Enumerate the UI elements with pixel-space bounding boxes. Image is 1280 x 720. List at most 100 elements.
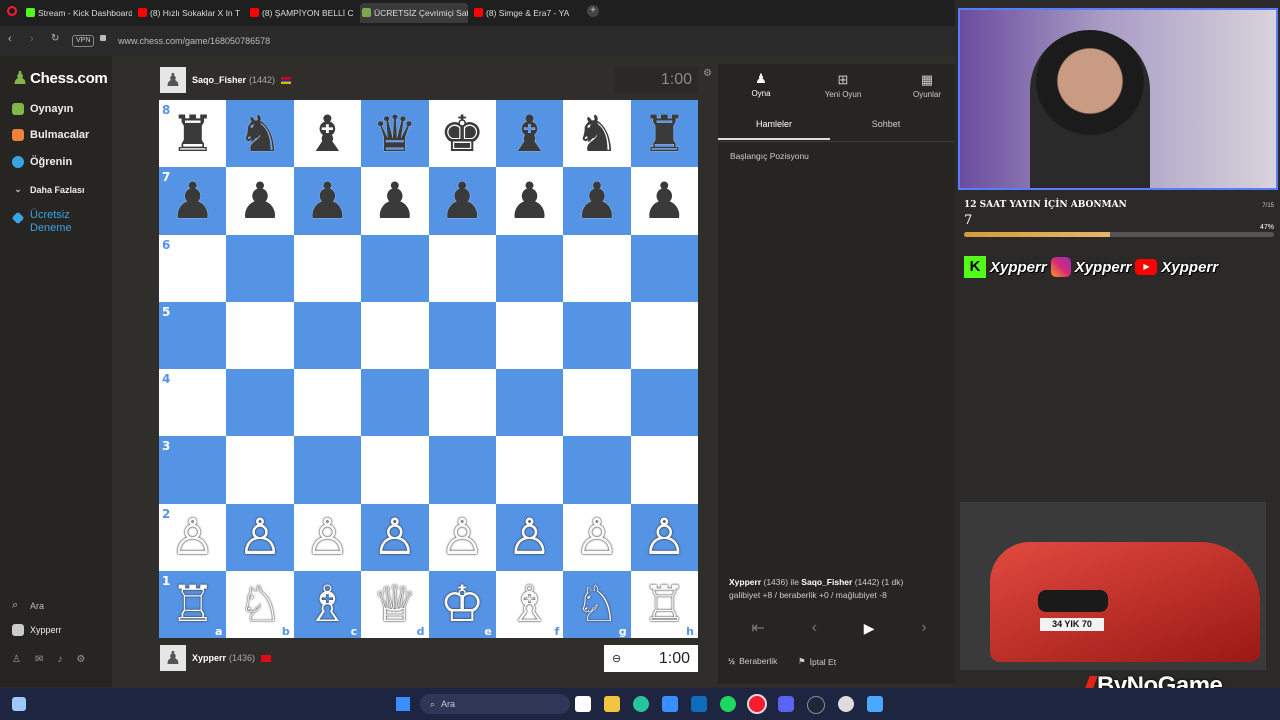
url-field[interactable]: www.chess.com/game/168050786578 [118, 34, 270, 48]
square-h2[interactable]: ♙ [630, 503, 698, 571]
discord-icon[interactable] [778, 696, 794, 712]
tab-1[interactable]: (8) Hızlı Sokaklar X In The [136, 3, 240, 23]
square-h3[interactable] [630, 436, 698, 504]
square-g6[interactable] [563, 234, 631, 302]
tab-2[interactable]: (8) ŞAMPİYON BELLİ C [248, 3, 354, 23]
chess-piece[interactable]: ♟ [575, 176, 620, 226]
chess-piece[interactable]: ♘ [575, 579, 620, 629]
sidebar-item-learn[interactable]: Öğrenin [12, 156, 72, 168]
chess-board[interactable]: ♜ 8 ♞ ♝ ♛ ♚ ♝ ♞ ♜ ♟ 7 ♟ ♟ ♟ ♟ ♟ ♟ ♟ 6 5 4 3 ♙ 2 ♙ ♙ ♙ ♙ ♙ ♙ ♙ ♖ 1 a ♘ b ♗ c ♕ d… [159, 100, 698, 638]
chess-piece[interactable]: ♙ [575, 512, 620, 562]
store-icon[interactable] [662, 696, 678, 712]
square-a7[interactable]: ♟ 7 [159, 167, 227, 235]
square-b4[interactable] [226, 369, 294, 437]
sidebar-item-free-trial[interactable]: Ücretsiz Deneme [11, 209, 90, 235]
square-e1[interactable]: ♔ e [428, 570, 496, 638]
square-e2[interactable]: ♙ [428, 503, 496, 571]
square-c2[interactable]: ♙ [293, 503, 362, 571]
next-move-icon[interactable]: › [921, 619, 926, 637]
chess-piece[interactable]: ♚ [440, 109, 485, 159]
tab-4[interactable]: (8) Simge & Era7 - YA [472, 3, 580, 23]
folder-icon[interactable] [604, 696, 620, 712]
square-a2[interactable]: ♙ 2 [159, 503, 227, 571]
square-c8[interactable]: ♝ [293, 100, 362, 168]
chess-piece[interactable]: ♝ [507, 109, 552, 159]
chess-piece[interactable]: ♟ [642, 176, 687, 226]
square-b1[interactable]: ♘ b [226, 570, 294, 638]
chess-piece[interactable]: ♔ [440, 579, 485, 629]
edge-icon[interactable] [633, 696, 649, 712]
square-a1[interactable]: ♖ 1 a [159, 570, 227, 638]
tab-games[interactable]: ▦ Oyunlar [892, 72, 962, 99]
sidebar-item-more[interactable]: ⌄ Daha Fazlası [12, 184, 84, 195]
chesscom-logo[interactable]: ♟ Chess.com [12, 68, 108, 89]
square-h4[interactable] [630, 369, 698, 437]
square-c7[interactable]: ♟ [293, 167, 362, 235]
square-f8[interactable]: ♝ [495, 100, 564, 168]
square-g4[interactable] [563, 369, 631, 437]
photos-icon[interactable] [867, 696, 883, 712]
square-e6[interactable] [428, 234, 496, 302]
chess-piece[interactable]: ♟ [305, 176, 350, 226]
spotify-icon[interactable] [720, 696, 736, 712]
chess-piece[interactable]: ♞ [575, 109, 620, 159]
friends-icon[interactable]: ♙ [12, 654, 21, 665]
taskbar-search[interactable]: ⌕ Ara [420, 694, 570, 714]
settings-icon[interactable]: ⚙ [703, 68, 712, 79]
square-c5[interactable] [293, 301, 362, 369]
chess-piece[interactable]: ♟ [170, 176, 215, 226]
chess-piece[interactable]: ♖ [170, 579, 215, 629]
chess-piece[interactable]: ♟ [507, 176, 552, 226]
steam-icon[interactable] [807, 696, 825, 714]
abort-button[interactable]: ⚑ İptal Et [798, 656, 836, 667]
chess-piece[interactable]: ♟ [238, 176, 283, 226]
windows-start-icon[interactable] [396, 697, 410, 711]
chess-piece[interactable]: ♗ [507, 579, 552, 629]
square-b3[interactable] [226, 436, 294, 504]
mail-icon[interactable]: ✉ [35, 654, 43, 665]
square-h8[interactable]: ♜ [630, 100, 698, 168]
play-next-icon[interactable]: ▶ [864, 620, 875, 637]
tab-new-game[interactable]: ⊞ Yeni Oyun [808, 72, 878, 99]
square-d7[interactable]: ♟ [361, 167, 429, 235]
square-d6[interactable] [361, 234, 429, 302]
chess-piece[interactable]: ♙ [305, 512, 350, 562]
new-tab-icon[interactable]: + [587, 5, 599, 17]
chess-piece[interactable]: ♙ [642, 512, 687, 562]
square-b8[interactable]: ♞ [226, 100, 294, 168]
chess-piece[interactable]: ♙ [238, 512, 283, 562]
tab-chat[interactable]: Sohbet [830, 112, 942, 140]
square-f4[interactable] [495, 369, 564, 437]
chess-piece[interactable]: ♜ [642, 109, 687, 159]
square-g1[interactable]: ♘ g [563, 570, 631, 638]
square-g5[interactable] [563, 301, 631, 369]
opera-icon[interactable] [7, 6, 17, 16]
chess-piece[interactable]: ♙ [507, 512, 552, 562]
back-icon[interactable]: ‹ [8, 33, 12, 45]
square-h7[interactable]: ♟ [630, 167, 698, 235]
sidebar-item-play[interactable]: Oynayın [12, 103, 73, 115]
square-e8[interactable]: ♚ [428, 100, 496, 168]
square-g7[interactable]: ♟ [563, 167, 631, 235]
chess-piece[interactable]: ♖ [642, 579, 687, 629]
square-g8[interactable]: ♞ [563, 100, 631, 168]
square-c3[interactable] [293, 436, 362, 504]
chess-piece[interactable]: ♟ [440, 176, 485, 226]
chess-piece[interactable]: ♛ [372, 109, 417, 159]
chess-piece[interactable]: ♜ [170, 109, 215, 159]
square-f2[interactable]: ♙ [495, 503, 564, 571]
tab-moves[interactable]: Hamleler [718, 112, 830, 140]
sidebar-item-puzzles[interactable]: Bulmacalar [12, 129, 89, 141]
square-h1[interactable]: ♖ h [630, 570, 698, 638]
square-f3[interactable] [495, 436, 564, 504]
square-f7[interactable]: ♟ [495, 167, 564, 235]
square-b7[interactable]: ♟ [226, 167, 294, 235]
square-d2[interactable]: ♙ [361, 503, 429, 571]
chess-piece[interactable]: ♙ [372, 512, 417, 562]
outlook-icon[interactable] [691, 696, 707, 712]
square-e7[interactable]: ♟ [428, 167, 496, 235]
square-f6[interactable] [495, 234, 564, 302]
square-d1[interactable]: ♕ d [361, 570, 429, 638]
square-h6[interactable] [630, 234, 698, 302]
app-icon[interactable] [12, 697, 26, 711]
